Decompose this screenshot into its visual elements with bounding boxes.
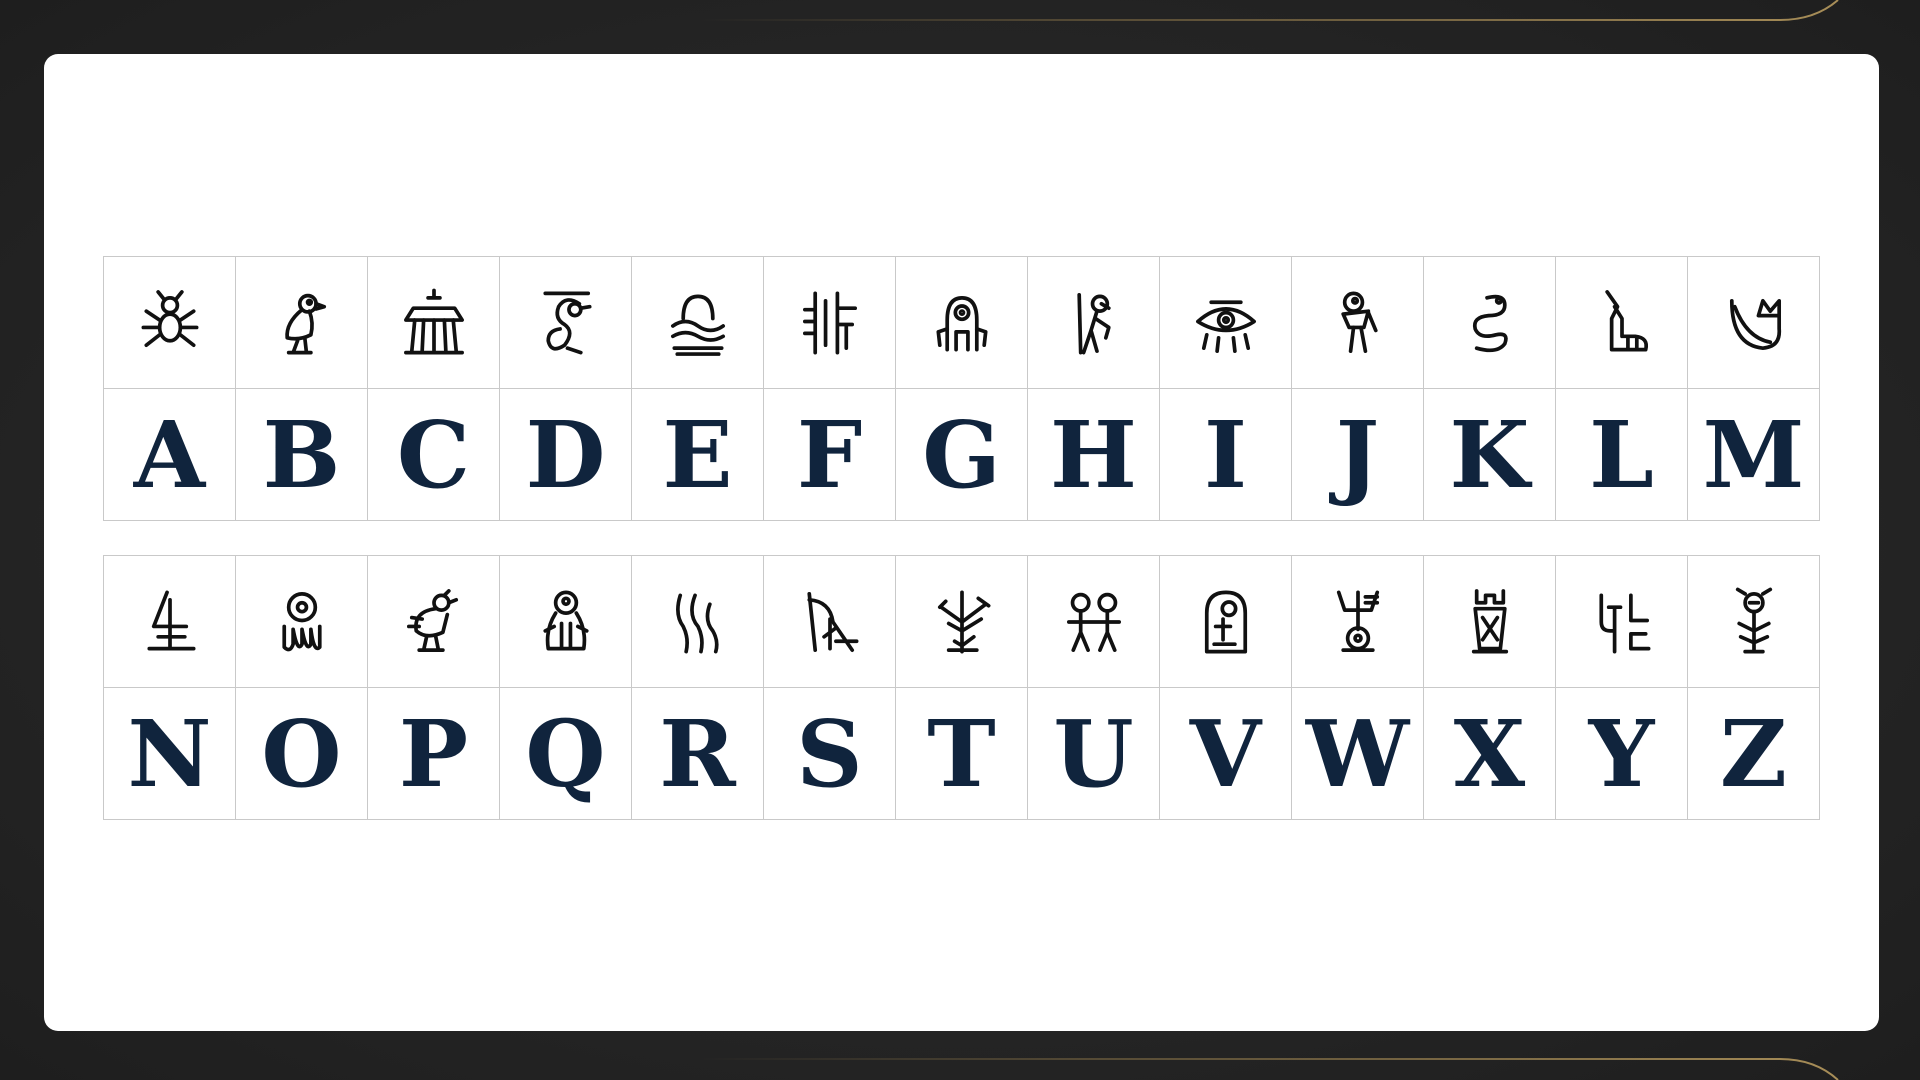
letter-cell: V <box>1159 687 1292 820</box>
glyph-cell <box>1423 256 1556 389</box>
letter-cell: R <box>631 687 764 820</box>
letter-cell: I <box>1159 388 1292 521</box>
glyph-cell <box>631 555 764 688</box>
glyph-cell <box>367 256 500 389</box>
glyph-row <box>103 555 1820 688</box>
temple-glyph <box>403 288 464 354</box>
letter-cell: O <box>235 687 368 820</box>
serpent-glyph <box>1472 294 1508 352</box>
letter-cell: Z <box>1687 687 1820 820</box>
letter-row: N O P Q R S T U V W X Y Z <box>103 687 1820 820</box>
glyph-row <box>103 256 1820 389</box>
spider-glyph <box>141 289 198 347</box>
glyph-cell <box>235 256 368 389</box>
glyph-cell <box>1159 555 1292 688</box>
leaf-glyph <box>1729 298 1781 350</box>
glyph-cell <box>1423 555 1556 688</box>
letter-cell: L <box>1555 388 1688 521</box>
letter-cell: G <box>895 388 1028 521</box>
comb-glyph <box>802 291 857 354</box>
robot-glyph <box>935 295 988 351</box>
eye-glyph <box>1195 299 1256 353</box>
altar-glyph <box>146 590 196 650</box>
glyph-cell <box>895 256 1028 389</box>
letter-cell: H <box>1027 388 1160 521</box>
glyph-cell <box>763 555 896 688</box>
octopus-glyph <box>281 591 322 651</box>
top-accent-line <box>700 0 1839 21</box>
bottom-accent-line <box>700 1058 1839 1080</box>
glyph-cell <box>235 555 368 688</box>
glyph-cell <box>1291 555 1424 688</box>
glyph-cell <box>499 256 632 389</box>
letter-cell: U <box>1027 687 1160 820</box>
sprout-glyph <box>1735 587 1772 653</box>
glyph-cell <box>631 256 764 389</box>
letter-cell: X <box>1423 687 1556 820</box>
letter-cell: J <box>1291 388 1424 521</box>
glyph-cell <box>1555 555 1688 688</box>
letter-cell: P <box>367 687 500 820</box>
mountain-water-glyph <box>670 294 725 356</box>
boot-glyph <box>1604 289 1648 351</box>
jar-glyph <box>1471 588 1508 653</box>
letter-cell: C <box>367 388 500 521</box>
glyph-cell <box>1555 256 1688 389</box>
glyph-cell <box>103 555 236 688</box>
glyph-cell <box>895 555 1028 688</box>
running-figure-glyph <box>1076 292 1111 354</box>
letter-row: A B C D E F G H I J K L M <box>103 388 1820 521</box>
glyph-cell <box>1291 256 1424 389</box>
glyph-cell <box>1027 256 1160 389</box>
waves-glyph <box>675 593 719 653</box>
bird-glyph <box>284 293 326 354</box>
glyph-cell <box>1027 555 1160 688</box>
letter-cell: Y <box>1555 687 1688 820</box>
letter-cell: B <box>235 388 368 521</box>
content-card: A B C D E F G H I J K L M N O P Q R S T … <box>44 54 1879 1031</box>
slide-background: A B C D E F G H I J K L M N O P Q R S T … <box>0 0 1920 1080</box>
letter-cell: N <box>103 687 236 820</box>
shrine-glyph <box>1204 590 1247 653</box>
letter-cell: W <box>1291 687 1424 820</box>
letter-cell: S <box>763 687 896 820</box>
glyph-cell <box>367 555 500 688</box>
letter-cell: M <box>1687 388 1820 521</box>
letter-cell: Q <box>499 687 632 820</box>
glyph-cell <box>1687 256 1820 389</box>
twin-figures-glyph <box>1066 592 1121 652</box>
wave-cross-glyph <box>806 591 858 652</box>
letter-cell: A <box>103 388 236 521</box>
branch-glyph <box>937 590 990 653</box>
hooks-glyph <box>1598 593 1650 653</box>
letter-cell: K <box>1423 388 1556 521</box>
ghost-glyph <box>542 590 589 650</box>
glyph-cell <box>499 555 632 688</box>
glyph-cell <box>103 256 236 389</box>
glyph-cell <box>1159 256 1292 389</box>
letter-cell: E <box>631 388 764 521</box>
cipher-table-n-to-z: N O P Q R S T U V W X Y Z <box>103 555 1820 820</box>
cipher-table-a-to-m: A B C D E F G H I J K L M <box>103 256 1820 521</box>
walking-figure-glyph <box>1340 291 1378 353</box>
glyph-cell <box>763 256 896 389</box>
swan-glyph <box>542 291 592 354</box>
letter-cell: D <box>499 388 632 521</box>
glyph-cell <box>1687 555 1820 688</box>
chick-glyph <box>406 588 458 652</box>
letter-cell: T <box>895 687 1028 820</box>
letter-cell: F <box>763 388 896 521</box>
trident-glyph <box>1336 590 1379 652</box>
